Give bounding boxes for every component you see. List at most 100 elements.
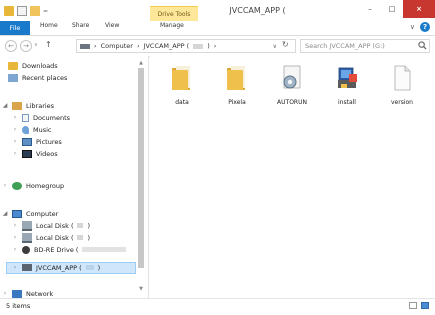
nav-item-music[interactable]: › Music [12,124,52,135]
nav-item-local-disk-1[interactable]: › Local Disk ( ) [12,220,90,231]
bd-drive-icon [22,245,30,254]
tab-home[interactable]: Home [40,22,58,29]
collapsed-arrow-icon[interactable]: › [12,246,18,253]
ribbon-tab-bar [0,21,435,36]
nav-label: Recent places [22,73,68,82]
help-icon[interactable]: ? [420,22,430,32]
network-icon [12,289,22,298]
refresh-button[interactable]: ↻ [282,40,289,49]
nav-item-computer[interactable]: ◢ Computer [2,208,58,219]
file-item-install[interactable]: install [321,64,373,114]
tab-view[interactable]: View [105,22,119,29]
breadcrumb-separator: › [213,42,217,50]
homegroup-icon [12,181,22,190]
address-bar[interactable]: › Computer › JVCCAM_APP ( ) › ∨ [76,39,296,53]
tab-manage[interactable]: Manage [160,22,184,29]
removable-drive-icon [22,264,32,271]
music-icon [22,125,29,134]
installer-icon [338,67,357,88]
nav-label-close: ) [87,233,91,242]
nav-label: Local Disk ( [36,221,74,230]
nav-label: Computer [26,209,59,218]
scroll-down-icon[interactable]: ▼ [137,286,145,292]
search-input[interactable]: Search JVCCAM_APP (G:) [300,39,430,53]
window-controls: – □ × [359,0,435,18]
nav-label-close: ) [97,263,101,272]
folder-icon [227,66,245,90]
nav-item-libraries[interactable]: ◢ Libraries [2,100,54,111]
nav-label: Pictures [36,137,62,146]
up-button[interactable]: ↑ [45,40,52,49]
collapsed-arrow-icon[interactable]: › [12,150,18,157]
ribbon-expand-icon[interactable]: ∨ [410,23,415,31]
file-item-autorun[interactable]: AUTORUN [266,64,318,114]
minimize-button[interactable]: – [359,0,381,18]
redacted-label [77,235,84,240]
nav-item-pictures[interactable]: › Pictures [12,136,62,147]
nav-label: Libraries [26,101,55,110]
item-count: 5 items [6,302,31,310]
new-folder-icon[interactable] [30,6,40,16]
breadcrumb-separator: › [136,42,140,50]
breadcrumb-computer[interactable]: Computer [101,42,133,50]
expanded-arrow-icon[interactable]: ◢ [2,102,8,109]
collapsed-arrow-icon[interactable]: › [2,182,8,189]
file-label: version [391,99,413,106]
large-icons-view-icon[interactable] [421,302,429,309]
nav-item-local-disk-2[interactable]: › Local Disk ( ) [12,232,90,243]
nav-item-downloads[interactable]: Downloads [8,60,58,71]
status-bar [0,298,435,315]
nav-item-jvccam-app[interactable]: › JVCCAM_APP ( ) [12,262,100,273]
tab-file[interactable]: File [0,21,30,35]
file-item-version[interactable]: version [376,64,428,114]
file-item-pixela[interactable]: Pixela [211,64,263,114]
search-icon[interactable] [418,41,427,50]
collapsed-arrow-icon[interactable]: › [12,234,18,241]
nav-item-homegroup[interactable]: › Homegroup [2,180,64,191]
scrollbar-thumb[interactable] [138,68,144,268]
collapsed-arrow-icon[interactable]: › [12,126,18,133]
tab-share[interactable]: Share [72,22,89,29]
nav-label: Music [33,125,52,134]
expanded-arrow-icon[interactable]: ◢ [2,210,8,217]
address-dropdown-icon[interactable]: ∨ [273,43,277,50]
downloads-icon [8,61,18,70]
forward-button[interactable]: → [20,40,32,52]
file-label: Pixela [228,99,246,106]
scroll-up-icon[interactable]: ▲ [137,60,145,66]
breadcrumb-jvccam[interactable]: JVCCAM_APP ( [144,42,190,50]
nav-label: Downloads [22,61,58,70]
qat-dropdown-icon[interactable]: = [43,8,48,15]
nav-label: Network [26,289,54,298]
maximize-button[interactable]: □ [381,0,403,18]
window-title: JVCCAM_APP ( [229,6,286,15]
nav-item-recent-places[interactable]: Recent places [8,72,67,83]
local-disk-icon [22,220,32,231]
settings-file-icon [283,65,301,89]
folder-icon[interactable] [4,6,14,16]
quick-access-toolbar: = [4,4,48,18]
nav-item-bd-re-drive[interactable]: › BD-RE Drive ( [12,244,127,255]
back-button[interactable]: ← [5,40,17,52]
recent-places-icon [8,73,18,82]
pictures-icon [22,137,32,146]
close-button[interactable]: × [403,0,435,18]
recent-locations-icon[interactable]: ∨ [34,42,38,48]
nav-item-videos[interactable]: › Videos [12,148,58,159]
collapsed-arrow-icon[interactable]: › [12,222,18,229]
properties-icon[interactable] [17,6,27,16]
local-disk-icon [22,232,32,243]
collapsed-arrow-icon[interactable]: › [12,114,18,121]
nav-label: Documents [33,113,71,122]
nav-item-documents[interactable]: › Documents [12,112,70,123]
redacted-label [85,265,94,270]
nav-label: Local Disk ( [36,233,74,242]
drive-tools-context-tab[interactable]: Drive Tools [150,6,198,21]
collapsed-arrow-icon[interactable]: › [12,138,18,145]
collapsed-arrow-icon[interactable]: › [2,290,8,297]
file-item-data[interactable]: data [156,64,208,114]
details-view-icon[interactable] [409,302,417,309]
redacted-label [82,247,127,252]
collapsed-arrow-icon[interactable]: › [12,264,18,271]
folder-icon [172,66,190,90]
